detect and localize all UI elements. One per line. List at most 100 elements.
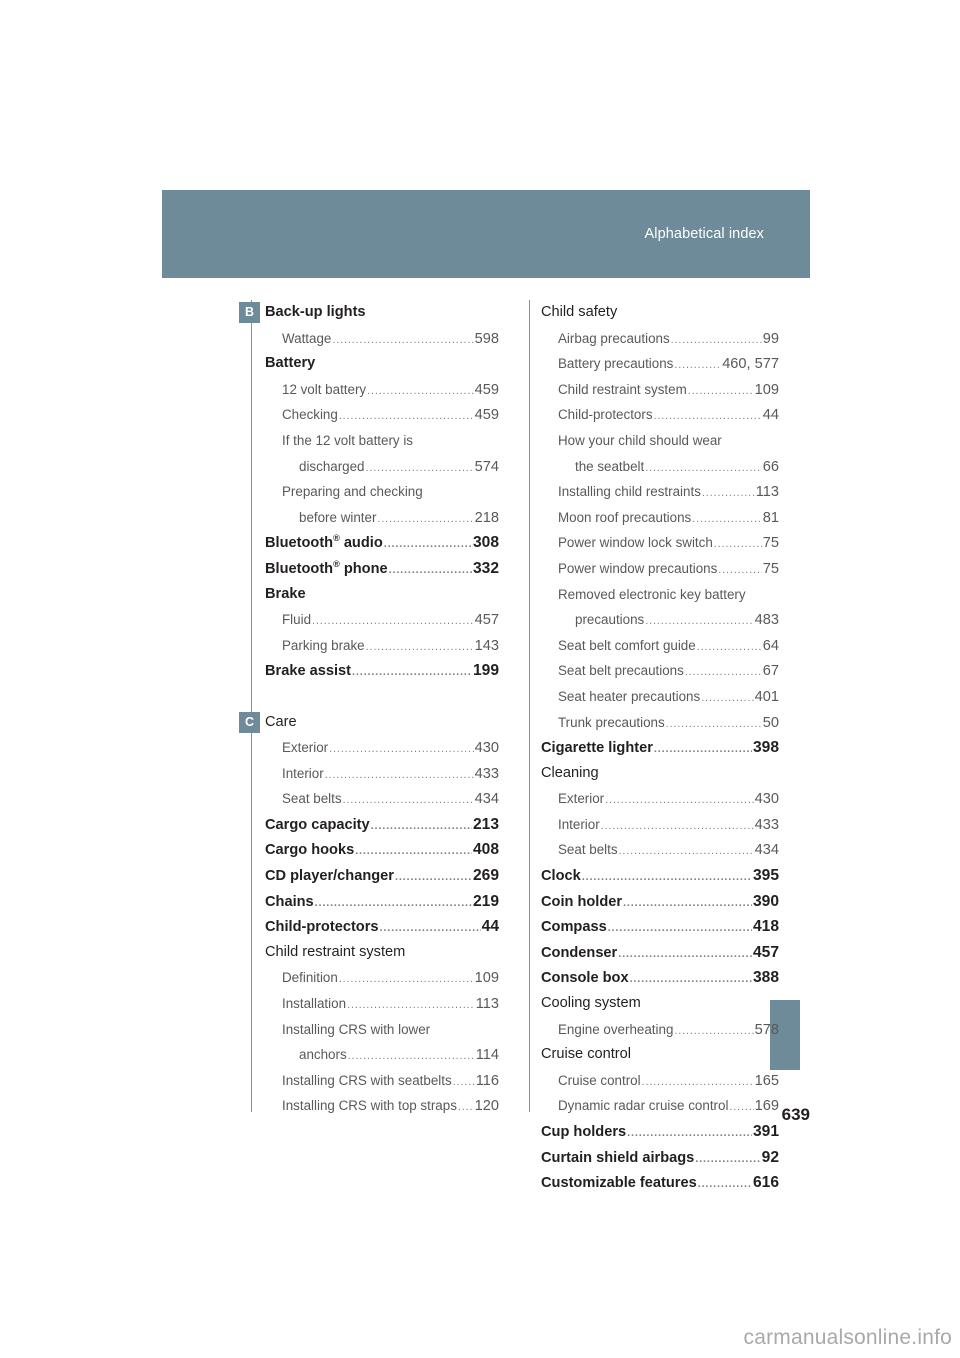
leader-dots: ........................................… <box>600 819 754 832</box>
index-entry-page-number: 67 <box>762 663 779 680</box>
index-entry[interactable]: Engine overheating......................… <box>541 1017 779 1043</box>
index-entry-page-number: 199 <box>472 662 499 680</box>
index-entry[interactable]: Power window precautions................… <box>541 556 779 582</box>
index-entry-page-number: 109 <box>474 970 499 987</box>
index-entry[interactable]: Moon roof precautions...................… <box>541 505 779 531</box>
index-entry[interactable]: Fluid...................................… <box>265 607 499 633</box>
leader-dots: ........................................… <box>670 333 762 346</box>
index-entry-heading[interactable]: Preparing and checking <box>265 479 499 505</box>
leader-dots: ........................................… <box>379 922 481 935</box>
index-entry[interactable]: Seat belts..............................… <box>541 837 779 863</box>
index-entry[interactable]: Child restraint system..................… <box>541 377 779 403</box>
index-entry-heading[interactable]: Care <box>265 710 499 736</box>
index-entry-heading[interactable]: Cooling system <box>541 991 779 1017</box>
index-entry[interactable]: Brake assist............................… <box>265 658 499 684</box>
index-entry[interactable]: Curtain shield airbags..................… <box>541 1145 779 1171</box>
index-entry-heading[interactable]: If the 12 volt battery is <box>265 428 499 454</box>
index-entry[interactable]: Installation............................… <box>265 991 499 1017</box>
index-entry-page-number: 332 <box>472 559 499 577</box>
index-entry-label: Power window lock switch <box>558 535 713 551</box>
index-entry-label: Seat belts <box>282 791 342 807</box>
index-entry[interactable]: Condenser...............................… <box>541 940 779 966</box>
leader-dots: ........................................… <box>674 359 721 372</box>
index-entry[interactable]: Interior................................… <box>541 812 779 838</box>
index-entry-label: Coin holder <box>541 893 623 910</box>
index-entry-label: Airbag precautions <box>558 330 670 346</box>
index-entry[interactable]: discharged..............................… <box>265 454 499 480</box>
index-entry-heading[interactable]: Brake <box>265 582 499 608</box>
index-entry[interactable]: Exterior................................… <box>265 735 499 761</box>
index-entry[interactable]: Child-protectors........................… <box>265 914 499 940</box>
index-entry[interactable]: Cargo capacity..........................… <box>265 812 499 838</box>
leader-dots: ........................................… <box>365 461 474 474</box>
index-entry[interactable]: Console box.............................… <box>541 965 779 991</box>
index-entry[interactable]: Definition..............................… <box>265 965 499 991</box>
index-entry[interactable]: Interior................................… <box>265 761 499 787</box>
index-entry[interactable]: Battery precautions.....................… <box>541 351 779 377</box>
index-entry-page-number: 64 <box>762 637 779 654</box>
index-entry-heading[interactable]: Installing CRS with lower <box>265 1017 499 1043</box>
index-entry-page-number: 434 <box>474 791 499 808</box>
index-entry-heading[interactable]: Cruise control <box>541 1042 779 1068</box>
index-entry[interactable]: Checking................................… <box>265 402 499 428</box>
index-entry[interactable]: Wattage.................................… <box>265 326 499 352</box>
index-entry-page-number: 460, 577 <box>722 356 779 373</box>
index-entry-page-number: 401 <box>754 688 779 705</box>
index-entry-page-number: 388 <box>752 969 779 987</box>
index-entry[interactable]: Installing CRS with seatbelts...........… <box>265 1068 499 1094</box>
index-entry-label: Installation <box>282 996 347 1012</box>
index-entry-label: Brake <box>265 585 306 602</box>
index-entry[interactable]: Cruise control..........................… <box>541 1068 779 1094</box>
index-entry-page-number: 308 <box>472 534 499 552</box>
index-entry-heading[interactable]: Child restraint system <box>265 940 499 966</box>
index-entry-heading[interactable]: Back-up lights <box>265 300 499 326</box>
index-entry[interactable]: Bluetooth® audio........................… <box>265 530 499 556</box>
index-entry[interactable]: Airbag precautions......................… <box>541 326 779 352</box>
index-entry-page-number: 418 <box>752 918 779 936</box>
index-column-left-entries: Back-up lights Wattage...................… <box>239 300 499 1119</box>
index-entry[interactable]: Cargo hooks.............................… <box>265 837 499 863</box>
index-entry-heading[interactable]: Removed electronic key battery <box>541 582 779 608</box>
index-entry-heading[interactable]: Cleaning <box>541 761 779 787</box>
leader-dots: ........................................… <box>347 999 475 1012</box>
leader-dots: ........................................… <box>355 845 472 858</box>
index-entry[interactable]: Cigarette lighter.......................… <box>541 735 779 761</box>
leader-dots: ........................................… <box>701 691 753 704</box>
index-entry[interactable]: Parking brake...........................… <box>265 633 499 659</box>
index-entry-page-number: 578 <box>754 1021 779 1038</box>
index-entry-page-number: 459 <box>474 407 499 424</box>
leader-dots: ........................................… <box>452 1075 475 1088</box>
index-entry[interactable]: Bluetooth® phone........................… <box>265 556 499 582</box>
index-entry[interactable]: Compass.................................… <box>541 914 779 940</box>
index-entry-heading[interactable]: How your child should wear <box>541 428 779 454</box>
index-entry-label: Bluetooth® phone <box>265 559 388 577</box>
index-entry[interactable]: Seat belts..............................… <box>265 786 499 812</box>
index-entry[interactable]: anchors.................................… <box>265 1042 499 1068</box>
index-entry[interactable]: Chains..................................… <box>265 889 499 915</box>
index-entry[interactable]: CD player/changer.......................… <box>265 863 499 889</box>
index-entry[interactable]: precautions.............................… <box>541 607 779 633</box>
index-entry[interactable]: Power window lock switch................… <box>541 530 779 556</box>
index-entry-label: discharged <box>299 458 365 474</box>
index-entry-heading[interactable]: Battery <box>265 351 499 377</box>
index-entry[interactable]: Seat belt precautions...................… <box>541 658 779 684</box>
index-entry[interactable]: Coin holder.............................… <box>541 889 779 915</box>
index-entry[interactable]: Clock...................................… <box>541 863 779 889</box>
index-entry[interactable]: Seat belt comfort guide.................… <box>541 633 779 659</box>
leader-dots: ........................................… <box>718 563 761 576</box>
index-entry-heading[interactable]: Child safety <box>541 300 779 326</box>
index-entry[interactable]: Exterior................................… <box>541 786 779 812</box>
index-entry-page-number: 75 <box>762 535 779 552</box>
index-entry[interactable]: 12 volt battery.........................… <box>265 377 499 403</box>
index-entry-page-number: 430 <box>754 791 779 808</box>
index-entry[interactable]: Customizable features...................… <box>541 1170 779 1196</box>
index-entry[interactable]: the seatbelt............................… <box>541 454 779 480</box>
index-entry[interactable]: Trunk precautions.......................… <box>541 710 779 736</box>
index-entry[interactable]: Installing child restraints.............… <box>541 479 779 505</box>
leader-dots: ........................................… <box>394 871 472 884</box>
index-entry[interactable]: Seat heater precautions.................… <box>541 684 779 710</box>
index-entry[interactable]: before winter...........................… <box>265 505 499 531</box>
index-entry-label: Clock <box>541 868 581 885</box>
index-entry[interactable]: Child-protectors........................… <box>541 402 779 428</box>
leader-dots: ........................................… <box>388 563 472 576</box>
